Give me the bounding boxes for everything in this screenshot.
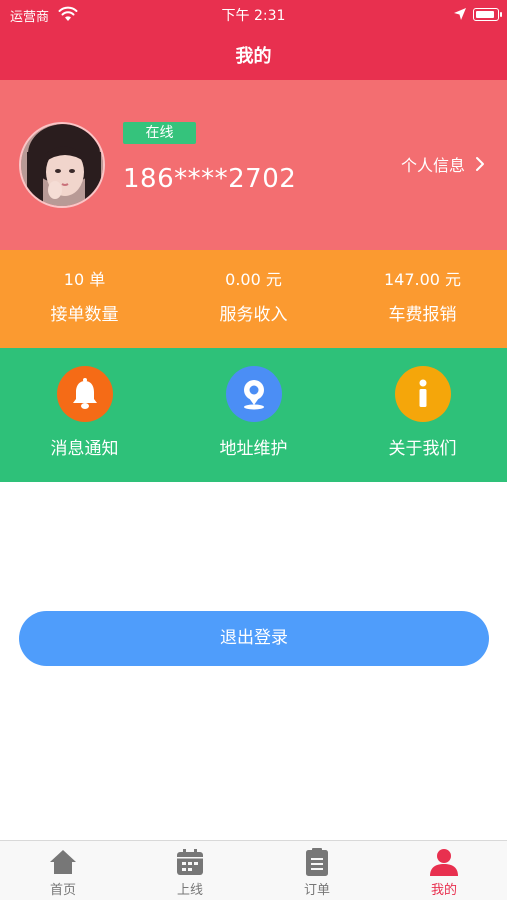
stat-service-income[interactable]: 0.00 元 服务收入 xyxy=(169,268,338,325)
stat-label: 接单数量 xyxy=(50,305,119,325)
tab-label: 上线 xyxy=(176,883,203,898)
stat-value: 10 单 xyxy=(63,270,106,289)
stat-order-count[interactable]: 10 单 接单数量 xyxy=(0,268,169,325)
avatar[interactable] xyxy=(19,122,105,208)
calendar-icon xyxy=(177,849,203,875)
phone-number: 186****2702 xyxy=(123,164,297,194)
stat-value: 0.00 元 xyxy=(225,270,282,289)
personal-info-label: 个人信息 xyxy=(400,156,465,175)
avatar-photo xyxy=(21,124,103,206)
tab-bar: 首页 上线 订单 我的 xyxy=(0,840,507,900)
home-icon xyxy=(50,850,76,874)
page-title: 我的 xyxy=(235,46,272,67)
stat-fare-reimbursement[interactable]: 147.00 元 车费报销 xyxy=(338,268,507,325)
profile-card: 在线 186****2702 个人信息 xyxy=(0,80,507,250)
tab-go-online[interactable]: 上线 xyxy=(127,847,253,898)
stat-label: 车费报销 xyxy=(388,305,457,325)
personal-info-link[interactable]: 个人信息 xyxy=(401,152,485,176)
tab-orders[interactable]: 订单 xyxy=(254,847,380,898)
logout-button[interactable]: 退出登录 xyxy=(19,611,489,666)
tab-home[interactable]: 首页 xyxy=(0,847,126,898)
screen: 运营商 下午 2:31 我的 在线 186****2702 个人信息 10 单 … xyxy=(0,0,507,900)
feature-label: 地址维护 xyxy=(219,439,288,459)
nav-bar: 我的 xyxy=(0,30,507,80)
stat-value: 147.00 元 xyxy=(383,270,462,289)
feature-about[interactable]: 关于我们 xyxy=(338,366,507,459)
status-badge: 在线 xyxy=(123,122,196,144)
location-arrow-icon xyxy=(454,8,466,20)
tab-label: 我的 xyxy=(430,883,457,898)
clipboard-icon xyxy=(306,848,328,876)
tab-label: 订单 xyxy=(303,883,330,898)
stats-bar: 10 单 接单数量 0.00 元 服务收入 147.00 元 车费报销 xyxy=(0,250,507,348)
user-icon xyxy=(430,849,458,876)
location-icon xyxy=(225,366,282,422)
clock: 下午 2:31 xyxy=(221,8,286,24)
status-bar: 运营商 下午 2:31 xyxy=(0,0,507,30)
feature-label: 消息通知 xyxy=(50,439,119,459)
feature-label: 关于我们 xyxy=(388,439,457,459)
stat-label: 服务收入 xyxy=(219,305,288,325)
bell-icon xyxy=(56,366,113,422)
feature-grid: 消息通知 地址维护 关于我们 xyxy=(0,348,507,482)
feature-address[interactable]: 地址维护 xyxy=(169,366,338,459)
info-icon xyxy=(394,366,451,422)
feature-notifications[interactable]: 消息通知 xyxy=(0,366,169,459)
battery-icon xyxy=(473,8,502,21)
chevron-right-icon xyxy=(476,157,484,171)
tab-mine[interactable]: 我的 xyxy=(381,847,507,898)
tab-label: 首页 xyxy=(49,883,76,898)
